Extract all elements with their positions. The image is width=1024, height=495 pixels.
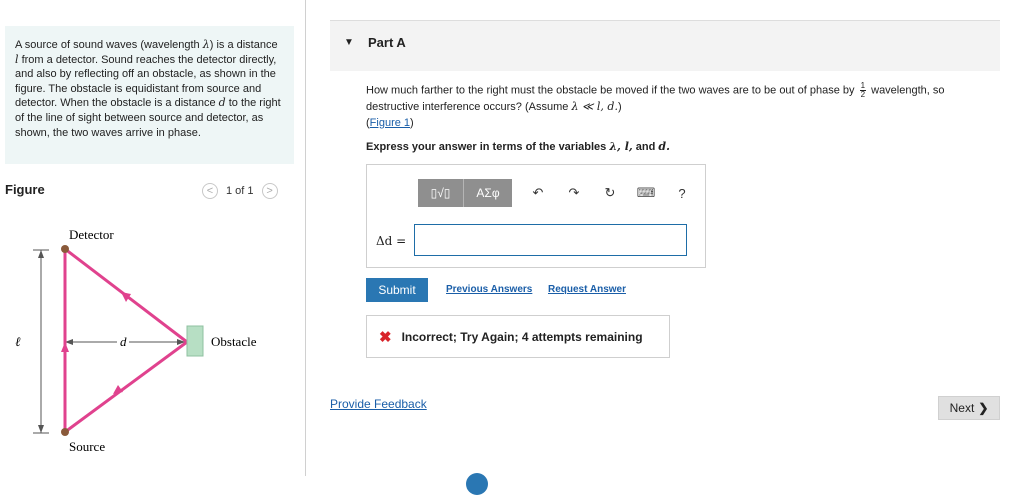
chevron-right-icon: > [266,184,273,197]
l-label: ℓ [15,334,21,349]
dimension-l [33,249,49,434]
figure-diagram: Detector Source Obstacle ℓ d [15,227,257,454]
express-instruction: Express your answer in terms of the vari… [366,140,670,153]
detector-label: Detector [69,227,114,242]
error-x-icon: ✖ [379,328,392,346]
math-toolbar: ▯√▯ ΑΣφ ↶ ↷ ↻ ⌨ ? [418,179,694,207]
obstacle-label: Obstacle [211,334,257,349]
source-point [61,428,69,436]
redo-icon[interactable]: ↷ [562,181,586,205]
sqrt-template-icon: ▯√▯ [430,186,451,200]
part-header[interactable] [330,21,1000,71]
symbols-button[interactable]: ΑΣφ [464,179,512,207]
keyboard-icon[interactable]: ⌨ [634,181,658,205]
undo-icon[interactable]: ↶ [526,181,550,205]
source-label: Source [69,439,105,454]
previous-answers-link[interactable]: Previous Answers [446,284,532,295]
chevron-right-icon: ❯ [978,401,989,415]
answer-label: Δd = [376,234,407,248]
incident-ray [64,340,188,434]
next-button[interactable]: Next ❯ [938,396,1000,420]
one-half-fraction: 12 [859,81,867,99]
submit-button[interactable]: Submit [366,278,428,302]
direct-ray-arrow [61,342,69,352]
answer-input[interactable] [414,224,687,256]
feedback-message-box: ✖ Incorrect; Try Again; 4 attempts remai… [366,315,670,358]
templates-button[interactable]: ▯√▯ [418,179,464,207]
floating-action-button[interactable] [466,473,488,495]
detector-point [61,245,69,253]
chevron-left-icon: < [206,184,214,197]
assumption-expression: λ ≪ l, d. [571,100,618,113]
collapse-triangle-icon[interactable]: ▼ [344,37,354,48]
problem-statement: A source of sound waves (wavelength λ) i… [5,26,294,164]
figure-prev-button[interactable]: < [202,183,218,199]
question-main: How much farther to the right must the o… [366,84,855,97]
question-text: How much farther to the right must the o… [366,81,945,130]
figure-link[interactable]: Figure 1 [370,117,410,129]
figure-next-button[interactable]: > [261,183,278,199]
request-answer-link[interactable]: Request Answer [548,284,626,295]
feedback-message: Incorrect; Try Again; 4 attempts remaini… [401,329,643,344]
greek-symbols-icon: ΑΣφ [476,186,500,200]
reset-icon[interactable]: ↻ [598,181,622,205]
next-label: Next [949,401,975,415]
provide-feedback-link[interactable]: Provide Feedback [330,397,427,411]
help-icon[interactable]: ? [670,181,694,205]
panel-divider [305,0,306,476]
obstacle-block [186,325,204,357]
figure-heading: Figure [5,182,45,197]
part-title: Part A [368,35,406,50]
figure-pager: < 1 of 1 > [202,183,278,199]
figure-page-count: 1 of 1 [226,185,254,197]
d-label: d [120,334,127,349]
